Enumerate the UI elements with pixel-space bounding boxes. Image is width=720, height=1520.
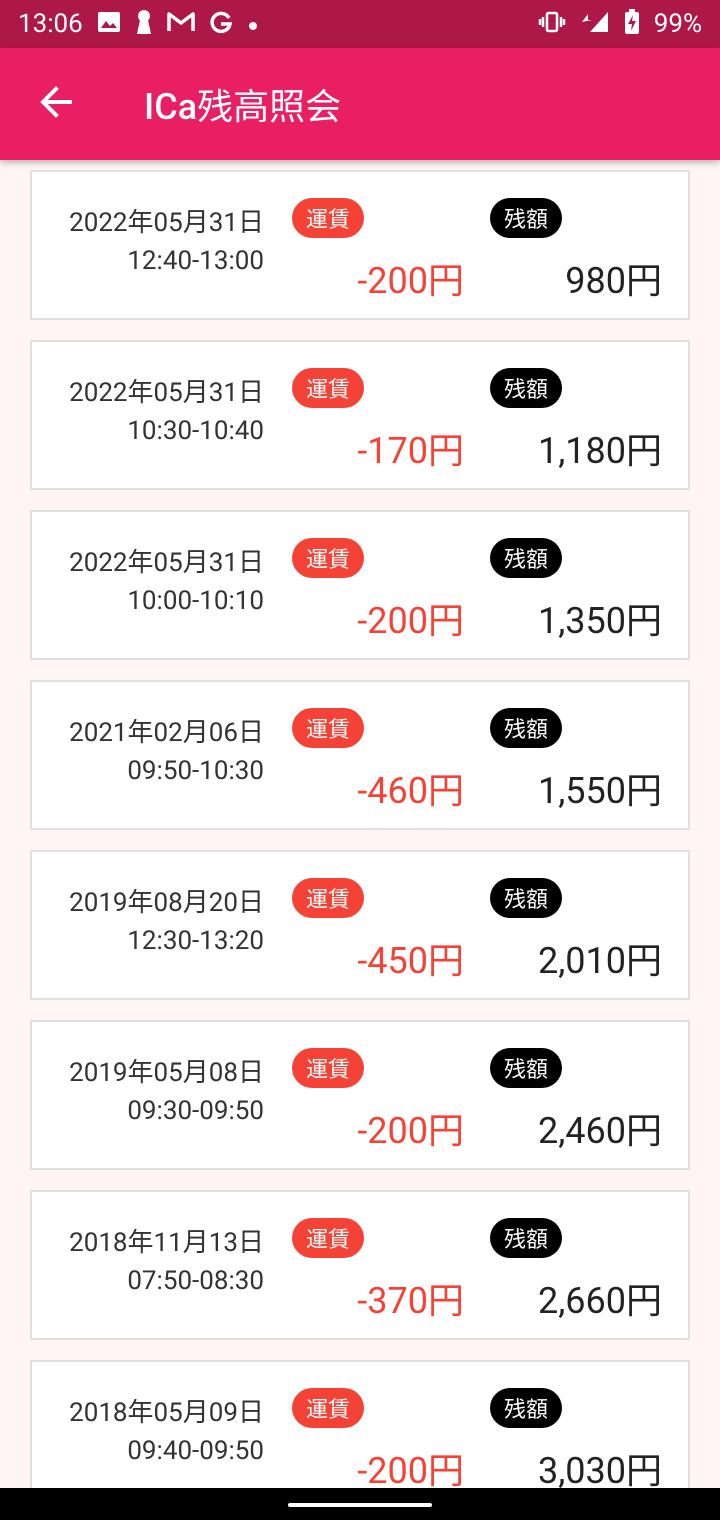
home-gesture-handle[interactable] (288, 1503, 432, 1507)
transaction-date: 2022年05月31日 (69, 548, 264, 578)
balance-amount: 1,550円 (537, 770, 662, 812)
signal-icon (580, 10, 610, 38)
status-bar-right: 99% (538, 9, 702, 39)
transaction-card: 2018年11月13日 07:50-08:30 運賃 残額 -370円 2,660円 (30, 1190, 690, 1340)
fare-badge: 運賃 (292, 878, 364, 918)
transaction-time: 10:30-10:40 (127, 416, 264, 446)
transaction-time: 10:00-10:10 (127, 586, 264, 616)
balance-amount: 1,180円 (537, 430, 662, 472)
transaction-list[interactable]: 2022年05月31日 12:40-13:00 運賃 残額 -200円 980円 2022年… (0, 160, 720, 1488)
app-bar: ICa残高照会 (0, 48, 720, 160)
image-icon (97, 11, 121, 37)
fare-badge: 運賃 (292, 708, 364, 748)
fare-amount: -460円 (357, 770, 464, 812)
balance-amount: 2,660円 (537, 1280, 662, 1322)
transaction-date: 2022年05月31日 (69, 378, 264, 408)
arrow-left-icon (38, 84, 74, 124)
fare-badge: 運賃 (292, 198, 364, 238)
fare-amount: -200円 (357, 1110, 464, 1152)
balance-badge: 残額 (490, 878, 562, 918)
transaction-date: 2022年05月31日 (69, 208, 264, 238)
fare-amount: -200円 (357, 600, 464, 642)
fare-badge: 運賃 (292, 538, 364, 578)
fare-amount: -200円 (357, 260, 464, 302)
transaction-date: 2019年05月08日 (69, 1058, 264, 1088)
transaction-time: 09:30-09:50 (127, 1096, 264, 1126)
transaction-time: 07:50-08:30 (127, 1266, 264, 1296)
fare-badge: 運賃 (292, 368, 364, 408)
balance-badge: 残額 (490, 538, 562, 578)
transaction-date: 2018年11月13日 (69, 1228, 264, 1258)
transaction-card: 2018年05月09日 09:40-09:50 運賃 残額 -200円 3,030円 (30, 1360, 690, 1488)
transaction-card: 2022年05月31日 10:00-10:10 運賃 残額 -200円 1,350円 (30, 510, 690, 660)
balance-badge: 残額 (490, 1388, 562, 1428)
balance-amount: 980円 (565, 260, 662, 302)
balance-badge: 残額 (490, 198, 562, 238)
fare-badge: 運賃 (292, 1048, 364, 1088)
transaction-time: 12:30-13:20 (127, 926, 264, 956)
fare-amount: -370円 (357, 1280, 464, 1322)
fare-badge: 運賃 (292, 1218, 364, 1258)
fare-amount: -200円 (357, 1450, 464, 1488)
transaction-time: 09:40-09:50 (127, 1436, 264, 1466)
balance-amount: 3,030円 (537, 1450, 662, 1488)
status-bar-left: 13:06 (18, 9, 259, 39)
keyhole-icon (135, 9, 153, 39)
gmail-icon (167, 11, 195, 37)
balance-amount: 1,350円 (537, 600, 662, 642)
transaction-date: 2019年08月20日 (69, 888, 264, 918)
dot-icon (247, 12, 259, 36)
vibrate-icon (538, 10, 566, 38)
battery-percentage: 99% (653, 9, 702, 39)
balance-badge: 残額 (490, 1048, 562, 1088)
transaction-card: 2019年08月20日 12:30-13:20 運賃 残額 -450円 2,010円 (30, 850, 690, 1000)
back-button[interactable] (0, 48, 112, 160)
transaction-card: 2019年05月08日 09:30-09:50 運賃 残額 -200円 2,460円 (30, 1020, 690, 1170)
transaction-time: 12:40-13:00 (127, 246, 264, 276)
status-bar: 13:06 99% (0, 0, 720, 48)
google-icon (209, 10, 233, 38)
fare-amount: -170円 (357, 430, 464, 472)
balance-amount: 2,010円 (537, 940, 662, 982)
fare-badge: 運賃 (292, 1388, 364, 1428)
transaction-card: 2021年02月06日 09:50-10:30 運賃 残額 -460円 1,550円 (30, 680, 690, 830)
balance-amount: 2,460円 (537, 1110, 662, 1152)
page-title: ICa残高照会 (144, 86, 342, 128)
battery-charging-icon (624, 9, 640, 39)
status-time: 13:06 (18, 9, 83, 39)
fare-amount: -450円 (357, 940, 464, 982)
balance-badge: 残額 (490, 368, 562, 408)
transaction-card: 2022年05月31日 10:30-10:40 運賃 残額 -170円 1,180円 (30, 340, 690, 490)
transaction-time: 09:50-10:30 (127, 756, 264, 786)
balance-badge: 残額 (490, 708, 562, 748)
transaction-card: 2022年05月31日 12:40-13:00 運賃 残額 -200円 980円 (30, 170, 690, 320)
transaction-date: 2021年02月06日 (69, 718, 264, 748)
navigation-bar (0, 1488, 720, 1520)
balance-badge: 残額 (490, 1218, 562, 1258)
transaction-date: 2018年05月09日 (69, 1398, 264, 1428)
